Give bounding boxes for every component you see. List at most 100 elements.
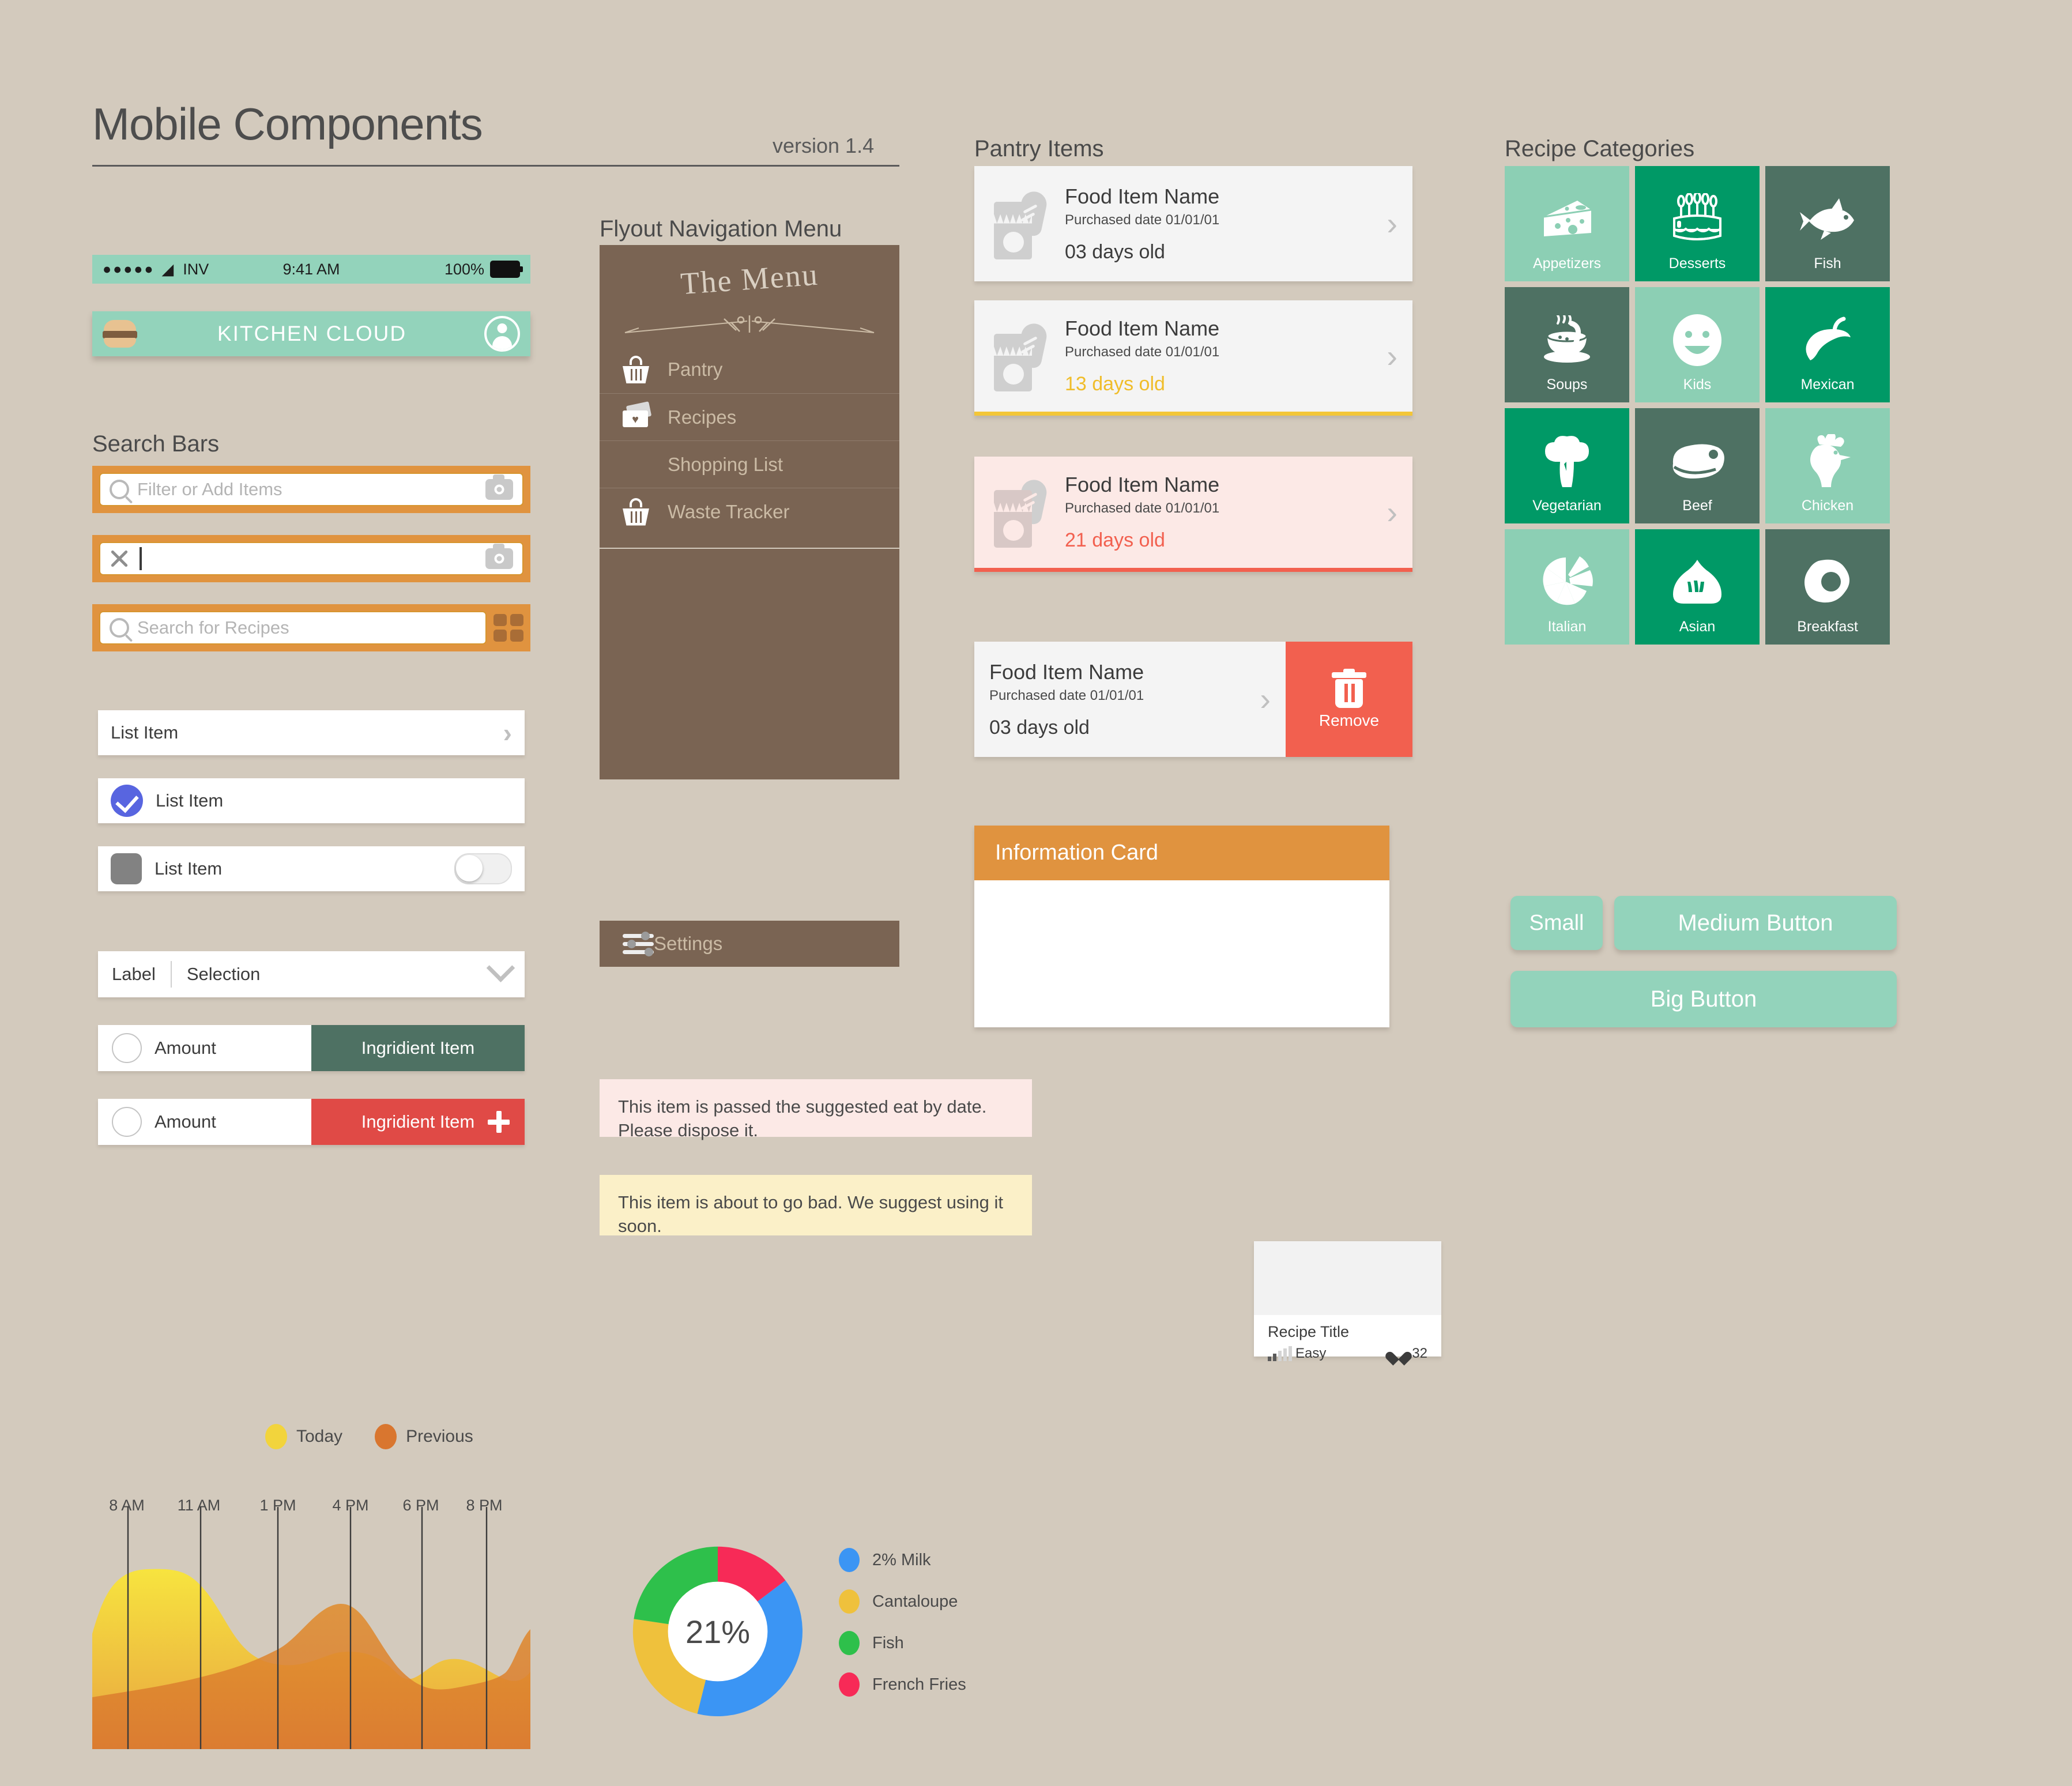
recipe-difficulty-label: Easy bbox=[1295, 1346, 1327, 1361]
flyout-header: The Menu bbox=[600, 245, 899, 346]
user-avatar-icon[interactable] bbox=[484, 316, 520, 352]
information-card: Information Card bbox=[974, 826, 1389, 1027]
big-button[interactable]: Big Button bbox=[1510, 971, 1897, 1027]
search-bars-section-title: Search Bars bbox=[92, 431, 220, 457]
category-tile-vegetarian[interactable]: Vegetarian bbox=[1505, 408, 1629, 523]
search-input-wrapper[interactable]: Filter or Add Items bbox=[99, 473, 523, 506]
smiley-face-icon bbox=[1673, 314, 1721, 366]
category-label: Breakfast bbox=[1797, 619, 1858, 635]
food-bag-icon bbox=[989, 188, 1050, 260]
select-divider bbox=[170, 961, 172, 988]
flyout-item-label: Pantry bbox=[668, 359, 723, 380]
recipe-card[interactable]: Recipe Title Easy 32 bbox=[1254, 1241, 1441, 1361]
alert-expired: This item is passed the suggested eat by… bbox=[600, 1079, 1032, 1140]
category-tile-asian[interactable]: Asian bbox=[1635, 529, 1760, 645]
recipe-card-title: Recipe Title bbox=[1268, 1323, 1350, 1340]
category-tile-kids[interactable]: Kids bbox=[1635, 287, 1760, 402]
burger-icon[interactable] bbox=[100, 320, 140, 348]
flyout-item-pantry[interactable]: Pantry bbox=[600, 346, 899, 393]
category-tile-italian[interactable]: Italian bbox=[1505, 529, 1629, 645]
signal-bars-icon bbox=[1268, 1346, 1292, 1361]
category-label: Chicken bbox=[1801, 498, 1854, 514]
ingredient-row-green[interactable]: Amount Ingridient Item bbox=[98, 1025, 525, 1071]
recipe-search-input-wrapper[interactable]: Search for Recipes bbox=[99, 611, 487, 645]
flyout-menu-heading: The Menu bbox=[679, 257, 820, 302]
search-bar-recipes: Search for Recipes bbox=[92, 604, 530, 651]
steak-icon bbox=[1672, 444, 1724, 478]
small-button[interactable]: Small bbox=[1510, 896, 1603, 950]
radio-circle-icon[interactable] bbox=[112, 1107, 142, 1137]
list-item-label: List Item bbox=[156, 790, 224, 811]
pantry-item-warning[interactable]: Food Item Name Purchased date 01/01/01 1… bbox=[974, 300, 1412, 416]
check-circle-icon[interactable] bbox=[111, 785, 143, 817]
grid-view-icon[interactable] bbox=[493, 614, 523, 642]
heart-icon[interactable] bbox=[1391, 1346, 1407, 1361]
pantry-item-swiped[interactable]: Food Item Name Purchased date 01/01/01 0… bbox=[974, 642, 1412, 757]
list-item-label: List Item bbox=[155, 858, 223, 879]
camera-icon[interactable] bbox=[485, 544, 513, 569]
legend-entry-cantaloupe: Cantaloupe bbox=[839, 1581, 966, 1622]
recipe-categories-grid: Appetizers Desserts Fish Soups Kids Mexi… bbox=[1505, 166, 1897, 645]
title-divider bbox=[92, 165, 899, 167]
flyout-item-waste-tracker[interactable]: Waste Tracker bbox=[600, 488, 899, 535]
ingredient-name-cell[interactable]: Ingridient Item bbox=[311, 1099, 525, 1145]
clear-x-icon[interactable] bbox=[110, 549, 129, 568]
donut-center-label: 21% bbox=[685, 1613, 751, 1650]
search-input-active-wrapper[interactable] bbox=[99, 542, 523, 575]
list-item-basic[interactable]: List Item › bbox=[98, 710, 525, 755]
camera-icon[interactable] bbox=[485, 474, 513, 500]
fried-egg-icon bbox=[1804, 559, 1849, 603]
category-tile-chicken[interactable]: Chicken bbox=[1765, 408, 1890, 523]
area-chart bbox=[92, 1507, 530, 1749]
legend-entry-fish: Fish bbox=[839, 1622, 966, 1664]
select-field[interactable]: Label Selection bbox=[98, 951, 525, 997]
legend-entry-french-fries: French Fries bbox=[839, 1664, 966, 1705]
ingredient-amount-label: Amount bbox=[155, 1038, 216, 1058]
search-icon bbox=[110, 618, 129, 638]
search-icon bbox=[110, 480, 129, 499]
pantry-item-expired[interactable]: Food Item Name Purchased date 01/01/01 2… bbox=[974, 457, 1412, 572]
radio-circle-icon[interactable] bbox=[112, 1033, 142, 1063]
ingredient-amount-cell[interactable]: Amount bbox=[98, 1025, 311, 1071]
remove-button-label: Remove bbox=[1318, 711, 1380, 729]
ingredient-row-red[interactable]: Amount Ingridient Item bbox=[98, 1099, 525, 1145]
category-tile-soups[interactable]: Soups bbox=[1505, 287, 1629, 402]
remove-button[interactable]: Remove bbox=[1286, 642, 1412, 757]
category-tile-desserts[interactable]: Desserts bbox=[1635, 166, 1760, 281]
category-label: Italian bbox=[1547, 619, 1587, 635]
category-tile-appetizers[interactable]: Appetizers bbox=[1505, 166, 1629, 281]
list-item-checked[interactable]: List Item bbox=[98, 778, 525, 823]
ingredient-name-label: Ingridient Item bbox=[361, 1111, 475, 1132]
list-item-toggle[interactable]: List Item bbox=[98, 846, 525, 891]
toggle-switch[interactable] bbox=[454, 853, 512, 884]
legend-label: Fish bbox=[872, 1633, 904, 1652]
basket-icon bbox=[623, 356, 653, 383]
pantry-item-age: 13 days old bbox=[1065, 373, 1165, 395]
category-tile-fish[interactable]: Fish bbox=[1765, 166, 1890, 281]
category-label: Desserts bbox=[1668, 255, 1726, 272]
recipe-card-icon: ♥ bbox=[623, 401, 653, 431]
category-tile-mexican[interactable]: Mexican bbox=[1765, 287, 1890, 402]
medium-button[interactable]: Medium Button bbox=[1614, 896, 1897, 950]
ingredient-name-cell[interactable]: Ingridient Item bbox=[311, 1025, 525, 1071]
ingredient-amount-cell[interactable]: Amount bbox=[98, 1099, 311, 1145]
plus-icon[interactable] bbox=[488, 1111, 510, 1133]
flyout-item-settings[interactable]: Settings bbox=[600, 921, 899, 967]
select-value: Selection bbox=[186, 964, 261, 984]
soup-bowl-icon bbox=[1544, 315, 1590, 363]
category-tile-breakfast[interactable]: Breakfast bbox=[1765, 529, 1890, 645]
legend-entry-today: Today bbox=[265, 1424, 342, 1449]
category-label: Beef bbox=[1682, 498, 1712, 514]
receipt-icon bbox=[623, 451, 653, 478]
flyout-item-recipes[interactable]: ♥ Recipes bbox=[600, 393, 899, 440]
flyout-item-shopping-list[interactable]: Shopping List bbox=[600, 440, 899, 488]
list-item-label: List Item bbox=[111, 722, 179, 743]
flyout-item-label: Waste Tracker bbox=[668, 500, 790, 522]
pantry-item-age: 03 days old bbox=[1065, 240, 1165, 263]
legend-label: French Fries bbox=[872, 1675, 966, 1694]
pantry-item-fresh[interactable]: Food Item Name Purchased date 01/01/01 0… bbox=[974, 166, 1412, 281]
app-brand-title: KITCHEN CLOUD bbox=[217, 322, 407, 345]
chevron-down-icon bbox=[486, 953, 515, 982]
pantry-item-date: Purchased date 01/01/01 bbox=[989, 687, 1144, 703]
category-tile-beef[interactable]: Beef bbox=[1635, 408, 1760, 523]
